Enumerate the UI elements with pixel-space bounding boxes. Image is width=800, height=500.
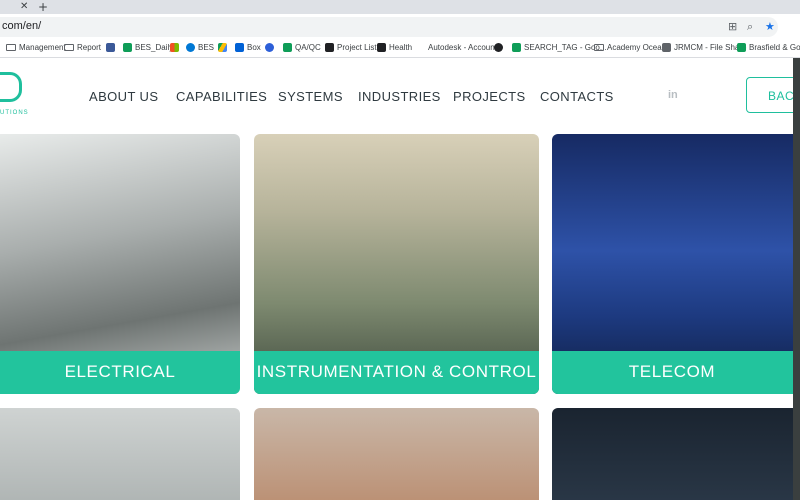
bookmark-report[interactable]: Report	[64, 43, 101, 52]
bookmark-star-icon[interactable]: ★	[765, 20, 775, 33]
list-icon	[325, 43, 334, 52]
tile-label: INSTRUMENTATION & CONTROL	[254, 351, 539, 394]
logo-text: UTIONS	[0, 110, 29, 116]
tile-bottom-right[interactable]	[552, 408, 800, 500]
bookmarks-bar: Management Report BES_Daily BES Box QA/Q…	[0, 40, 800, 58]
sheets-icon	[737, 43, 746, 52]
list-icon	[377, 43, 386, 52]
browser-toolbar: com/en/ ⊞ ⌕ ★	[0, 14, 800, 40]
nav-capabilities[interactable]: CAPABILITIES	[176, 89, 267, 104]
tile-bottom-center[interactable]	[254, 408, 539, 500]
bookmark-brasfield[interactable]: Brasfield & Gorr	[737, 43, 800, 52]
app-icon	[106, 43, 115, 52]
tile-telecom[interactable]: TELECOM	[552, 134, 800, 394]
drive-icon	[218, 43, 227, 52]
office-icon	[170, 43, 179, 52]
bookmark-bes-daily[interactable]: BES_Daily	[123, 43, 173, 52]
side-panel-edge	[793, 58, 800, 500]
tile-instrumentation-control[interactable]: INSTRUMENTATION & CONTROL	[254, 134, 539, 394]
nav-contacts[interactable]: CONTACTS	[540, 89, 614, 104]
bookmark-jrmcm[interactable]: JRMCM - File Share	[662, 43, 746, 52]
url-text: com/en/	[2, 20, 42, 32]
bookmark-autodesk[interactable]: Autodesk - Account	[428, 43, 497, 52]
site-header: UTIONS ABOUT US CAPABILITIES SYSTEMS IND…	[0, 58, 800, 134]
nav-about-us[interactable]: ABOUT US	[89, 89, 158, 104]
tab-close-icon[interactable]: ✕	[20, 1, 28, 12]
circle-icon	[494, 43, 503, 52]
bookmark-circle[interactable]	[494, 43, 503, 52]
linkedin-icon[interactable]: in	[668, 89, 678, 101]
folder-icon	[6, 44, 16, 51]
tab-strip: ✕ +	[0, 0, 800, 14]
nav-industries[interactable]: INDUSTRIES	[358, 89, 441, 104]
browser-window: ✕ + com/en/ ⊞ ⌕ ★ Management Report BES_…	[0, 0, 800, 500]
nav-systems[interactable]: SYSTEMS	[278, 89, 343, 104]
bookmark-box[interactable]: Box	[235, 43, 261, 52]
tile-bottom-left[interactable]	[0, 408, 240, 500]
bookmark-management[interactable]: Management	[6, 43, 66, 52]
tile-electrical[interactable]: ELECTRICAL	[0, 134, 240, 394]
bookmark-drive[interactable]	[218, 43, 227, 52]
bookmark-academy-ocean[interactable]: Academy Ocean	[594, 43, 666, 52]
address-bar[interactable]: com/en/ ⊞ ⌕ ★	[0, 17, 778, 37]
share-icon	[662, 43, 671, 52]
bookmark-search-tag[interactable]: SEARCH_TAG - Goo...	[512, 43, 607, 52]
nav-projects[interactable]: PROJECTS	[453, 89, 526, 104]
conduit-photo	[0, 408, 240, 500]
bookmark-chat[interactable]	[265, 43, 274, 52]
control-room-photo	[552, 408, 800, 500]
sheets-icon	[512, 43, 521, 52]
bookmark-bes[interactable]: BES	[186, 43, 214, 52]
chat-icon	[265, 43, 274, 52]
translate-icon[interactable]: ⊞	[728, 20, 737, 33]
sheets-icon	[123, 43, 132, 52]
bookmark-app[interactable]	[106, 43, 115, 52]
bookmark-office[interactable]	[170, 43, 179, 52]
bookmark-health[interactable]: Health	[377, 43, 412, 52]
back-button[interactable]: BACK	[746, 77, 800, 113]
folder-icon	[594, 44, 604, 51]
folder-icon	[64, 44, 74, 51]
tile-label: TELECOM	[552, 351, 800, 394]
box-icon	[235, 43, 244, 52]
logo-mark[interactable]	[0, 72, 22, 102]
tile-label: ELECTRICAL	[0, 351, 240, 394]
bookmark-project-list[interactable]: Project List	[325, 43, 377, 52]
sheets-icon	[283, 43, 292, 52]
bookmark-qaqc[interactable]: QA/QC	[283, 43, 321, 52]
new-tab-icon[interactable]: +	[38, 0, 48, 14]
zoom-icon[interactable]: ⌕	[747, 20, 753, 34]
cloud-icon	[186, 43, 195, 52]
pipes-photo	[254, 408, 539, 500]
